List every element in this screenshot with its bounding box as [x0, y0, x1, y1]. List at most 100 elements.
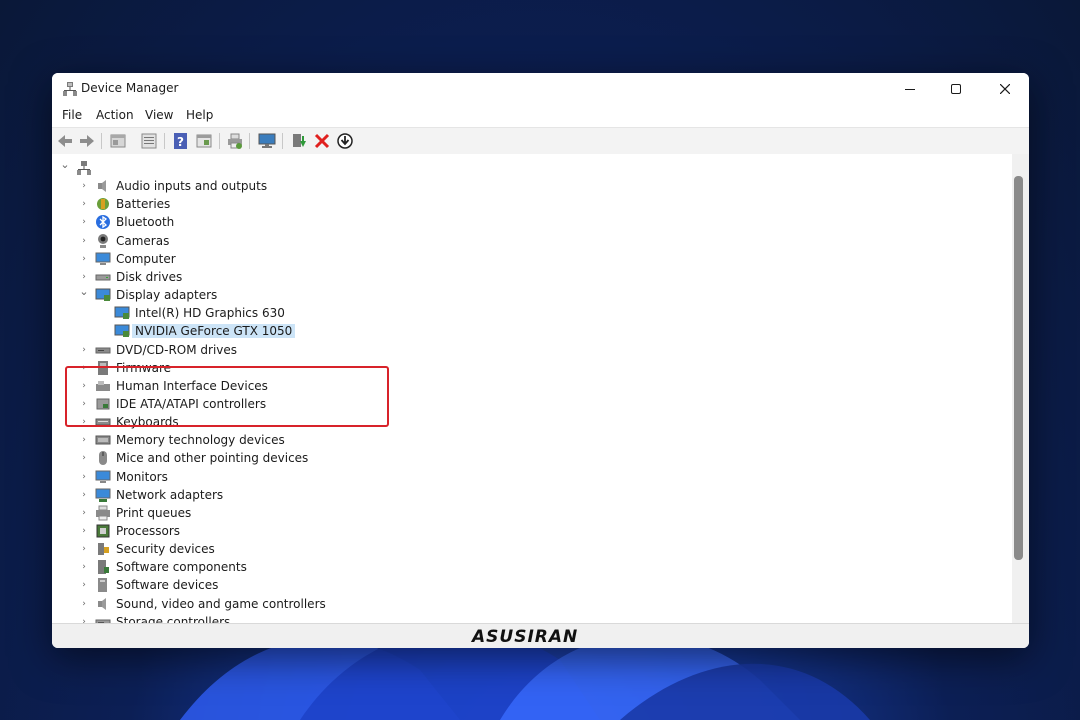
category-label: Security devices — [116, 542, 215, 557]
forward-icon[interactable] — [78, 132, 96, 150]
chevron-right-icon[interactable]: › — [78, 234, 90, 248]
chevron-right-icon[interactable]: › — [78, 560, 90, 574]
tree-category[interactable]: › Print queues — [52, 504, 992, 522]
chevron-down-icon[interactable]: ⌄ — [59, 159, 71, 175]
vertical-scrollbar[interactable] — [1012, 154, 1029, 623]
close-button[interactable] — [982, 73, 1028, 105]
processor-icon — [96, 524, 110, 538]
maximize-icon — [951, 84, 961, 94]
device-manager-window: Device Manager File Action View Help ? ⌄… — [52, 73, 1029, 648]
chevron-right-icon[interactable]: › — [78, 506, 90, 520]
monitor-icon — [95, 470, 111, 483]
network-icon — [95, 488, 111, 502]
chevron-right-icon[interactable]: › — [78, 270, 90, 284]
mouse-icon — [99, 451, 107, 466]
menu-action[interactable]: Action — [96, 108, 134, 122]
uninstall-icon[interactable] — [313, 132, 331, 150]
display-adapter-icon — [95, 288, 111, 302]
download-icon[interactable] — [336, 132, 354, 150]
chevron-down-icon[interactable]: ⌄ — [78, 286, 90, 302]
resource-icon[interactable] — [195, 132, 213, 150]
chevron-right-icon[interactable]: › — [78, 578, 90, 592]
menu-help[interactable]: Help — [186, 108, 213, 122]
chevron-right-icon[interactable]: › — [78, 615, 90, 623]
tree-category[interactable]: › Storage controllers — [52, 613, 992, 623]
print-icon[interactable] — [226, 132, 244, 150]
maximize-button[interactable] — [933, 73, 979, 105]
security-icon — [98, 543, 109, 556]
tree-category[interactable]: › Mice and other pointing devices — [52, 449, 992, 467]
tree-category[interactable]: › Memory technology devices — [52, 431, 992, 449]
tree-category[interactable]: › Audio inputs and outputs — [52, 177, 992, 195]
window-title: Device Manager — [81, 81, 179, 95]
tree-category[interactable]: › Disk drives — [52, 268, 992, 286]
disk-icon — [95, 274, 111, 281]
computer-root-icon — [77, 161, 91, 175]
tree-category[interactable]: › Monitors — [52, 468, 992, 486]
tree-category[interactable]: › Software components — [52, 558, 992, 576]
category-label: Software components — [116, 560, 247, 575]
bluetooth-icon — [96, 215, 110, 230]
tree-device[interactable]: Intel(R) HD Graphics 630 — [52, 304, 992, 322]
back-icon[interactable] — [56, 132, 74, 150]
device-label: NVIDIA GeForce GTX 1050 — [132, 324, 296, 339]
view-icon[interactable] — [140, 132, 158, 150]
menu-file[interactable]: File — [62, 108, 82, 122]
display-adapter-icon — [114, 324, 130, 338]
chevron-right-icon[interactable]: › — [78, 470, 90, 484]
tree-category[interactable]: › Cameras — [52, 232, 992, 250]
category-label: Processors — [116, 524, 181, 538]
category-label: Bluetooth — [116, 215, 175, 230]
device-tree-pane: ⌄ › Audio inputs and outputs › Batteries › Blu… — [52, 154, 1029, 623]
category-label: Memory technology devices — [116, 433, 285, 448]
tree-category[interactable]: › Processors — [52, 522, 992, 540]
toolbar: ? — [52, 127, 1029, 155]
tree-category[interactable]: › Network adapters — [52, 486, 992, 504]
menu-bar: File Action View Help — [52, 105, 1029, 127]
device-label: Intel(R) HD Graphics 630 — [135, 306, 285, 321]
computer-icon — [95, 252, 111, 265]
chevron-right-icon[interactable]: › — [78, 215, 90, 229]
menu-view[interactable]: View — [145, 108, 173, 122]
tree-category[interactable]: › Bluetooth — [52, 213, 992, 231]
chevron-right-icon[interactable]: › — [78, 524, 90, 538]
help-icon[interactable]: ? — [172, 132, 190, 150]
monitor-icon[interactable] — [258, 132, 276, 150]
svg-text:?: ? — [177, 135, 184, 149]
annotation-highlight-box — [65, 366, 389, 427]
category-label: Disk drives — [116, 269, 183, 284]
chevron-right-icon[interactable]: › — [78, 197, 90, 211]
chevron-right-icon[interactable]: › — [78, 451, 90, 465]
category-label: Audio inputs and outputs — [116, 179, 268, 194]
minimize-icon — [905, 89, 915, 90]
chevron-right-icon[interactable]: › — [78, 252, 90, 266]
toolbar-separator — [219, 133, 220, 149]
properties-icon[interactable] — [109, 132, 127, 150]
chevron-right-icon[interactable]: › — [78, 343, 90, 357]
tree-category[interactable]: › Sound, video and game controllers — [52, 595, 992, 613]
tree-category[interactable]: › Batteries — [52, 195, 992, 213]
tree-device[interactable]: NVIDIA GeForce GTX 1050 — [52, 322, 992, 340]
software-device-icon — [98, 578, 107, 593]
minimize-button[interactable] — [887, 73, 933, 105]
tree-root[interactable]: ⌄ — [52, 159, 992, 177]
chevron-right-icon[interactable]: › — [78, 179, 90, 193]
tree-category[interactable]: ⌄ Display adapters — [52, 286, 992, 304]
tree-category[interactable]: › Security devices — [52, 540, 992, 558]
chevron-right-icon[interactable]: › — [78, 488, 90, 502]
scrollbar-thumb[interactable] — [1014, 176, 1023, 560]
display-adapter-icon — [114, 306, 130, 320]
chevron-right-icon[interactable]: › — [78, 542, 90, 556]
chevron-right-icon[interactable]: › — [78, 597, 90, 611]
tree-category[interactable]: › Software devices — [52, 576, 992, 594]
dvd-icon — [95, 347, 111, 353]
category-label: Storage controllers — [116, 614, 231, 623]
device-manager-icon — [63, 82, 77, 96]
update-driver-icon[interactable] — [290, 132, 308, 150]
category-label: Batteries — [116, 197, 171, 212]
tree-category[interactable]: › Computer — [52, 250, 992, 268]
sound-icon — [98, 597, 106, 610]
tree-category[interactable]: › DVD/CD-ROM drives — [52, 341, 992, 359]
chevron-right-icon[interactable]: › — [78, 433, 90, 447]
toolbar-separator — [249, 133, 250, 149]
